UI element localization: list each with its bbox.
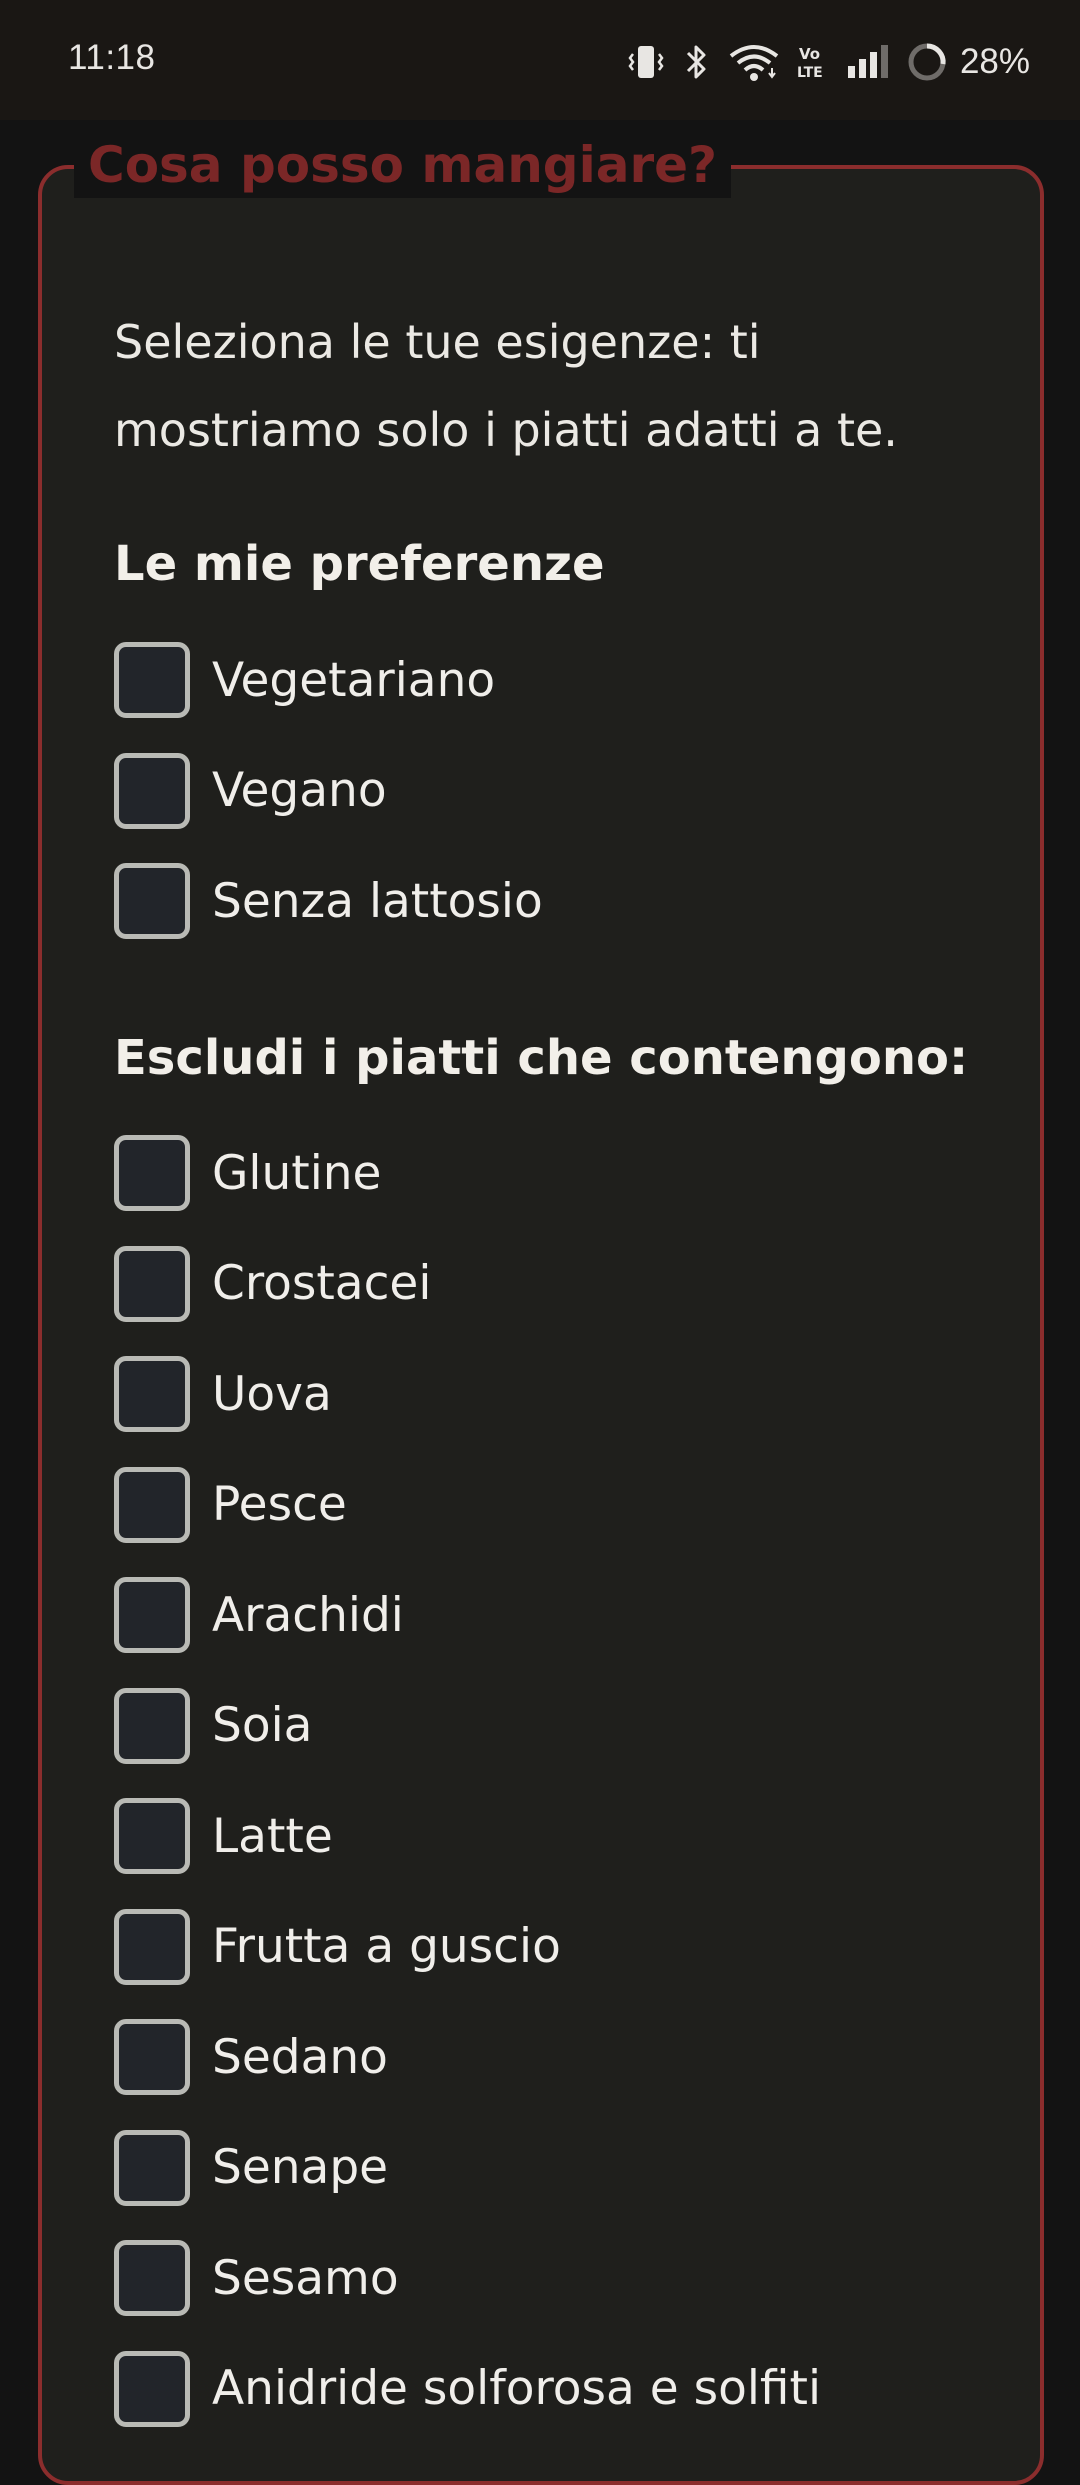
checkbox[interactable] bbox=[114, 642, 190, 719]
vibrate-icon bbox=[626, 42, 666, 82]
status-bar: 11:18 Vo LTE 28% bbox=[0, 0, 1080, 120]
option-soia[interactable]: Soia bbox=[114, 1671, 994, 1782]
bluetooth-icon bbox=[682, 42, 712, 82]
checkbox[interactable] bbox=[114, 1356, 190, 1433]
status-time: 11:18 bbox=[68, 38, 156, 77]
checkbox[interactable] bbox=[114, 1135, 190, 1212]
option-label: Sedano bbox=[212, 2029, 388, 2085]
checkbox[interactable] bbox=[114, 2019, 190, 2096]
option-pesce[interactable]: Pesce bbox=[114, 1450, 994, 1561]
option-label: Soia bbox=[212, 1698, 313, 1754]
allergens-list: Glutine Crostacei Uova Pesce Arachidi So… bbox=[114, 1118, 994, 2444]
option-label: Crostacei bbox=[212, 1256, 432, 1312]
option-sedano[interactable]: Sedano bbox=[114, 2002, 994, 2113]
checkbox[interactable] bbox=[114, 1687, 190, 1764]
option-crostacei[interactable]: Crostacei bbox=[114, 1229, 994, 1340]
checkbox[interactable] bbox=[114, 1908, 190, 1985]
option-label: Senza lattosio bbox=[212, 873, 543, 929]
option-senza-lattosio[interactable]: Senza lattosio bbox=[114, 846, 994, 957]
option-sesamo[interactable]: Sesamo bbox=[114, 2223, 994, 2334]
preferences-title: Le mie preferenze bbox=[114, 536, 605, 592]
exclude-title: Escludi i piatti che contengono: bbox=[114, 1030, 969, 1086]
option-label: Uova bbox=[212, 1366, 332, 1422]
battery-ring-icon bbox=[906, 41, 948, 83]
option-label: Vegano bbox=[212, 763, 387, 819]
option-label: Pesce bbox=[212, 1477, 347, 1533]
option-latte[interactable]: Latte bbox=[114, 1781, 994, 1892]
checkbox[interactable] bbox=[114, 1798, 190, 1875]
option-vegano[interactable]: Vegano bbox=[114, 736, 994, 847]
volte-icon: Vo LTE bbox=[796, 42, 830, 82]
option-frutta-a-guscio[interactable]: Frutta a guscio bbox=[114, 1892, 994, 2003]
checkbox[interactable] bbox=[114, 2350, 190, 2427]
status-icons: Vo LTE 28% bbox=[626, 34, 1030, 90]
option-label: Glutine bbox=[212, 1145, 382, 1201]
svg-text:LTE: LTE bbox=[797, 65, 823, 81]
option-label: Vegetariano bbox=[212, 652, 496, 708]
checkbox[interactable] bbox=[114, 1245, 190, 1322]
option-label: Arachidi bbox=[212, 1587, 404, 1643]
battery-percentage: 28% bbox=[959, 42, 1030, 81]
option-vegetariano[interactable]: Vegetariano bbox=[114, 625, 994, 736]
signal-icon bbox=[846, 42, 890, 82]
checkbox[interactable] bbox=[114, 2129, 190, 2206]
checkbox[interactable] bbox=[114, 752, 190, 829]
checkbox[interactable] bbox=[114, 2240, 190, 2317]
option-label: Anidride solforosa e solfiti bbox=[212, 2361, 822, 2417]
option-label: Frutta a guscio bbox=[212, 1919, 561, 1975]
preferences-list: Vegetariano Vegano Senza lattosio bbox=[114, 625, 994, 957]
intro-text: Seleziona le tue esigenze: ti mostriamo … bbox=[114, 315, 898, 457]
option-arachidi[interactable]: Arachidi bbox=[114, 1560, 994, 1671]
option-label: Latte bbox=[212, 1808, 333, 1864]
wifi-icon bbox=[728, 42, 780, 82]
panel-title: Cosa posso mangiare? bbox=[74, 132, 732, 198]
checkbox[interactable] bbox=[114, 1577, 190, 1654]
option-uova[interactable]: Uova bbox=[114, 1339, 994, 1450]
option-label: Sesamo bbox=[212, 2250, 399, 2306]
option-label: Senape bbox=[212, 2140, 389, 2196]
option-glutine[interactable]: Glutine bbox=[114, 1118, 994, 1229]
option-senape[interactable]: Senape bbox=[114, 2113, 994, 2224]
svg-text:Vo: Vo bbox=[799, 45, 820, 63]
option-anidride-solforosa[interactable]: Anidride solforosa e solfiti bbox=[114, 2334, 994, 2445]
checkbox[interactable] bbox=[114, 863, 190, 940]
checkbox[interactable] bbox=[114, 1466, 190, 1543]
